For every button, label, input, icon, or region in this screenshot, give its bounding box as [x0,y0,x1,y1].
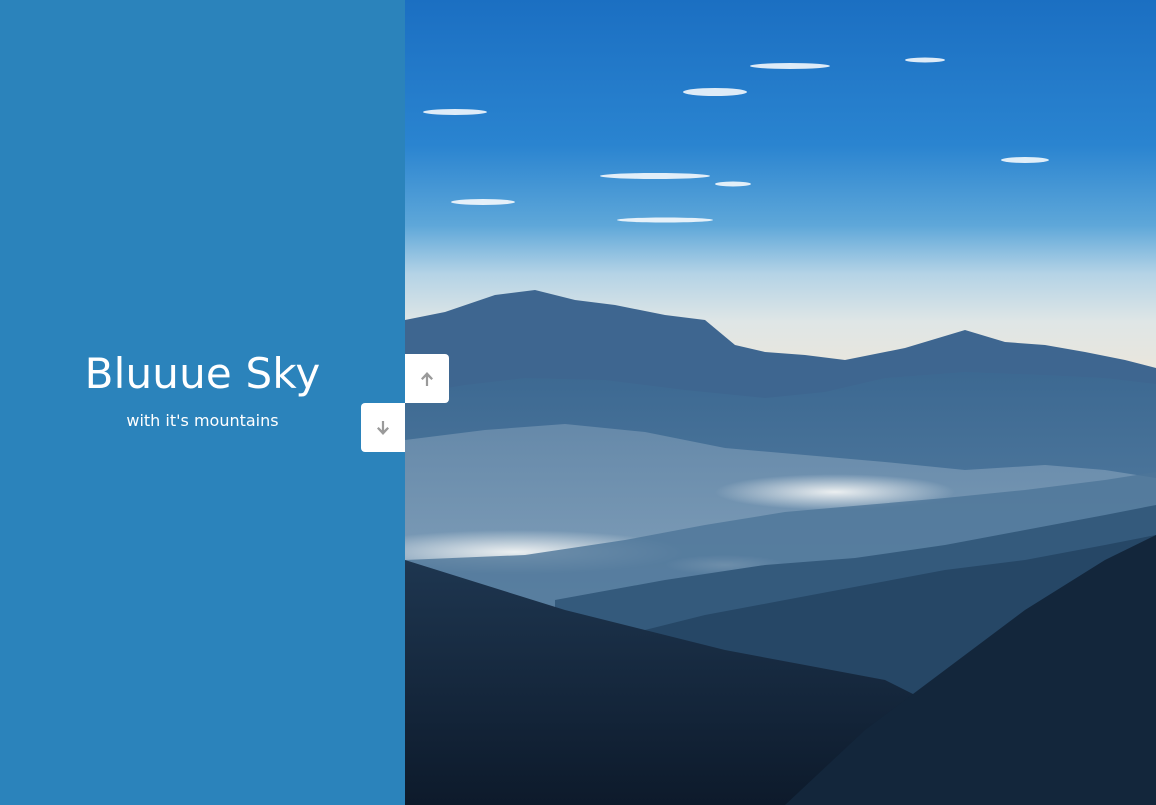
arrow-down-icon [376,420,390,436]
arrow-up-icon [420,371,434,387]
mountain-landscape-image [405,0,1156,805]
split-slider: Bluuue Sky with it's mountains [0,0,1156,805]
slide-subtitle: with it's mountains [126,411,279,430]
slide-down-button[interactable] [361,403,405,452]
slide-title: Bluuue Sky [84,349,321,398]
slide-text-panel: Bluuue Sky with it's mountains [0,0,405,805]
slide-up-button[interactable] [405,354,449,403]
slide-image-panel [405,0,1156,805]
slide-text-block: Bluuue Sky with it's mountains [0,348,405,432]
